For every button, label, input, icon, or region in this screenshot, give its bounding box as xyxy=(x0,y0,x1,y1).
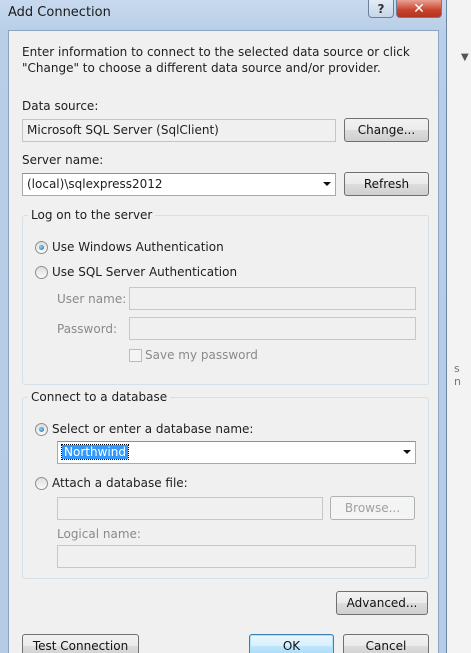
password-field xyxy=(129,317,416,340)
password-label: Password: xyxy=(57,322,118,336)
help-button[interactable]: ? xyxy=(368,0,394,18)
dropdown-arrow-icon[interactable] xyxy=(403,450,411,454)
refresh-button[interactable]: Refresh xyxy=(344,172,429,196)
sql-auth-radio[interactable] xyxy=(35,266,48,279)
dropdown-arrow-icon[interactable] xyxy=(323,182,331,186)
advanced-button[interactable]: Advanced... xyxy=(336,591,428,615)
cancel-button[interactable]: Cancel xyxy=(343,634,429,653)
save-password-checkbox xyxy=(129,349,142,362)
close-button[interactable]: ✕ xyxy=(396,0,442,18)
test-connection-button[interactable]: Test Connection xyxy=(22,634,139,653)
select-database-label[interactable]: Select or enter a database name: xyxy=(52,422,253,436)
windows-auth-radio[interactable] xyxy=(35,241,48,254)
help-icon: ? xyxy=(377,1,385,16)
window-title: Add Connection xyxy=(8,5,111,20)
collapse-arrow-icon: ▼ xyxy=(461,52,469,63)
windows-auth-label[interactable]: Use Windows Authentication xyxy=(52,240,224,254)
database-group-title: Connect to a database xyxy=(28,390,171,404)
server-name-value: (local)\sqlexpress2012 xyxy=(27,177,163,191)
database-name-combo[interactable]: Northwind xyxy=(57,441,416,464)
server-name-label: Server name: xyxy=(22,153,104,167)
database-name-value: Northwind xyxy=(61,444,129,460)
close-icon: ✕ xyxy=(413,0,425,17)
logical-name-label: Logical name: xyxy=(57,527,141,541)
intro-text: Enter information to connect to the sele… xyxy=(22,45,410,75)
select-database-radio[interactable] xyxy=(35,423,48,436)
logon-group-title: Log on to the server xyxy=(28,208,156,222)
attach-file-radio[interactable] xyxy=(35,477,48,490)
save-password-label: Save my password xyxy=(145,348,258,362)
browse-button: Browse... xyxy=(330,496,415,520)
background-window: ▼ s n xyxy=(447,0,471,653)
sql-auth-label[interactable]: Use SQL Server Authentication xyxy=(52,265,237,279)
database-file-field xyxy=(57,497,323,520)
background-text-fragment: s xyxy=(454,362,460,375)
data-source-label: Data source: xyxy=(22,99,99,113)
user-name-field xyxy=(129,287,416,310)
ok-button[interactable]: OK xyxy=(249,634,334,653)
server-name-combo[interactable]: (local)\sqlexpress2012 xyxy=(22,173,336,196)
data-source-field: Microsoft SQL Server (SqlClient) xyxy=(22,119,336,142)
change-button[interactable]: Change... xyxy=(344,118,429,142)
attach-file-label[interactable]: Attach a database file: xyxy=(52,476,188,490)
user-name-label: User name: xyxy=(57,292,127,306)
background-text-fragment: n xyxy=(454,375,461,388)
logical-name-field xyxy=(57,545,416,568)
